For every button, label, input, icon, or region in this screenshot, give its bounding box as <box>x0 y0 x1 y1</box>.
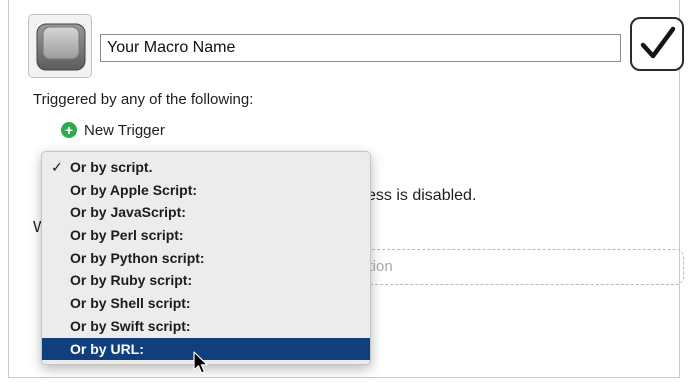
menu-item-label: Or by Apple Script: <box>70 181 198 198</box>
menu-item-label: Or by Swift script: <box>70 317 191 334</box>
menu-item-label: Or by URL: <box>70 340 144 357</box>
menu-item-label: Or by Ruby script: <box>70 272 193 289</box>
menu-item-python-script[interactable]: Or by Python script: <box>42 247 370 270</box>
menu-item-apple-script[interactable]: Or by Apple Script: <box>42 179 370 202</box>
menu-item-javascript[interactable]: Or by JavaScript: <box>42 201 370 224</box>
menu-item-label: Or by Perl script: <box>70 227 184 244</box>
menu-item-label: Or by JavaScript: <box>70 204 186 221</box>
menu-item-label: Or by script. <box>70 159 153 175</box>
menu-item-swift-script[interactable]: Or by Swift script: <box>42 315 370 338</box>
new-action-dropzone[interactable]: ction <box>344 249 684 285</box>
macro-icon-well[interactable] <box>28 14 92 78</box>
disabled-status-text: cess is disabled. <box>359 187 477 204</box>
menu-item-label: Or by Python script: <box>70 249 205 266</box>
checkmark-icon <box>640 26 676 59</box>
macro-name-field[interactable]: Your Macro Name <box>100 34 621 62</box>
menu-item-shell-script[interactable]: Or by Shell script: <box>42 292 370 315</box>
new-trigger-label: New Trigger <box>84 121 165 139</box>
new-trigger-button[interactable]: + New Trigger <box>61 120 165 140</box>
menu-item-script[interactable]: ✓ Or by script. <box>42 156 370 179</box>
macro-editor-panel: Your Macro Name Triggered by any of the … <box>8 0 684 378</box>
keyboard-key-icon <box>36 23 86 71</box>
plus-circle-icon: + <box>61 122 77 138</box>
triggers-heading: Triggered by any of the following: <box>33 91 254 108</box>
mouse-pointer-icon <box>193 351 208 374</box>
menu-item-label: Or by Shell script: <box>70 295 191 312</box>
trigger-type-menu: ✓ Or by script. Or by Apple Script: Or b… <box>41 151 371 365</box>
menu-item-ruby-script[interactable]: Or by Ruby script: <box>42 269 370 292</box>
macro-enabled-checkbox[interactable] <box>630 17 684 71</box>
menu-item-perl-script[interactable]: Or by Perl script: <box>42 224 370 247</box>
checkmark-icon: ✓ <box>51 159 63 175</box>
